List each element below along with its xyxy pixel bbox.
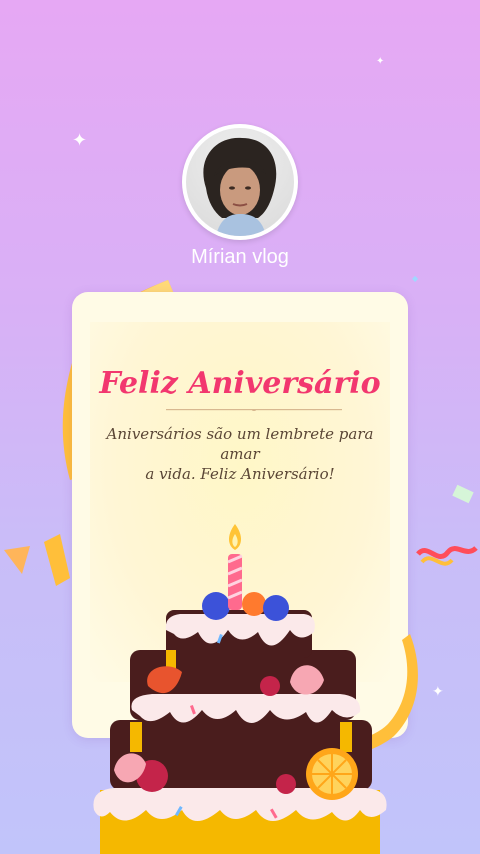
birthday-cake-illustration xyxy=(93,524,387,854)
confetti-decoration xyxy=(4,534,70,586)
avatar[interactable] xyxy=(182,124,298,240)
sparkle-icon: ✦ xyxy=(72,130,88,151)
card-message-line-2: a vida. Feliz Aniversário! xyxy=(145,465,335,483)
card-title: Feliz Aniversário xyxy=(99,366,381,401)
user-name: Mírian vlog xyxy=(191,246,289,268)
title-divider xyxy=(166,409,342,411)
sparkle-icon: ✦ xyxy=(432,684,444,700)
sparkle-icon: ◆ xyxy=(412,274,419,283)
avatar-photo xyxy=(186,128,294,236)
confetti-decoration xyxy=(452,484,474,504)
sparkle-icon: ✦ xyxy=(376,56,385,67)
confetti-decoration xyxy=(416,545,478,566)
card-message: Aniversários são um lembrete para amar a… xyxy=(96,424,384,484)
card-message-line-1: Aniversários são um lembrete para amar xyxy=(106,425,374,463)
